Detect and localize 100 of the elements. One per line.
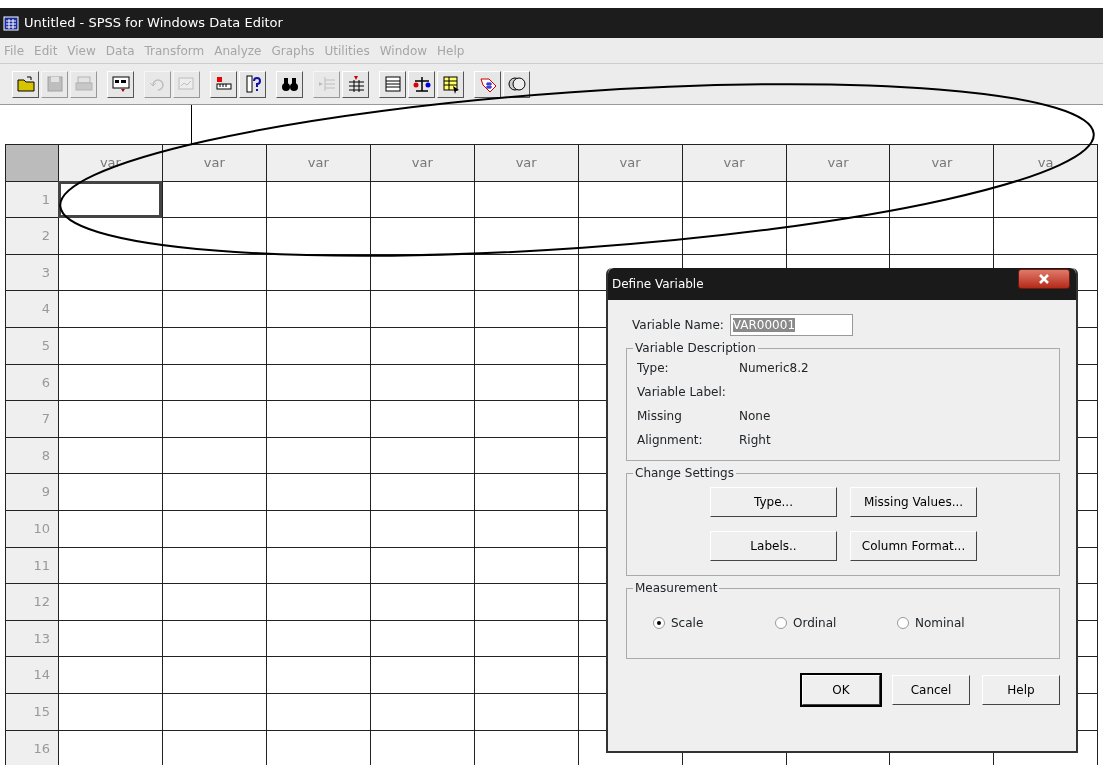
table-cell[interactable] bbox=[266, 547, 371, 584]
table-cell[interactable] bbox=[266, 437, 371, 474]
table-cell[interactable] bbox=[266, 364, 371, 401]
table-cell[interactable] bbox=[370, 254, 475, 291]
table-cell[interactable] bbox=[162, 181, 267, 218]
table-cell[interactable] bbox=[58, 547, 163, 584]
table-cell[interactable] bbox=[58, 656, 163, 694]
table-cell[interactable] bbox=[474, 693, 579, 730]
tag-icon[interactable] bbox=[474, 70, 501, 98]
table-cell[interactable] bbox=[474, 473, 579, 511]
menu-item[interactable]: Transform bbox=[144, 41, 205, 60]
table-cell[interactable] bbox=[474, 656, 579, 694]
row-header[interactable]: 12 bbox=[5, 583, 59, 621]
table-cell[interactable] bbox=[162, 693, 267, 730]
circles-icon[interactable] bbox=[503, 70, 530, 98]
dialog-button[interactable]: OK bbox=[802, 675, 880, 705]
table-cell[interactable] bbox=[58, 290, 163, 328]
close-button[interactable] bbox=[1018, 269, 1070, 289]
monitor-icon[interactable] bbox=[107, 70, 134, 98]
table-cell[interactable] bbox=[58, 254, 163, 291]
radio-option[interactable]: Nominal bbox=[897, 614, 1019, 632]
table-cell[interactable] bbox=[162, 473, 267, 511]
table-cell[interactable] bbox=[162, 254, 267, 291]
table-cell[interactable] bbox=[58, 217, 163, 255]
table-cell[interactable] bbox=[474, 254, 579, 291]
row-header[interactable]: 3 bbox=[5, 254, 59, 291]
table-cell[interactable] bbox=[370, 290, 475, 328]
table-cell[interactable] bbox=[889, 217, 994, 255]
menu-item[interactable]: Utilities bbox=[324, 41, 370, 60]
radio-button[interactable] bbox=[653, 617, 665, 629]
table-cell[interactable] bbox=[370, 181, 475, 218]
table-cell[interactable] bbox=[889, 181, 994, 218]
table-cell[interactable] bbox=[266, 656, 371, 694]
column-header[interactable]: var bbox=[58, 144, 163, 182]
table-cell[interactable] bbox=[162, 400, 267, 438]
table-cell[interactable] bbox=[474, 327, 579, 365]
table-cell[interactable] bbox=[266, 473, 371, 511]
table-cell[interactable] bbox=[370, 547, 475, 584]
table-cell[interactable] bbox=[370, 327, 475, 365]
row-header[interactable]: 8 bbox=[5, 437, 59, 474]
row-header[interactable]: 6 bbox=[5, 364, 59, 401]
table-cell[interactable] bbox=[58, 364, 163, 401]
table-cell[interactable] bbox=[162, 547, 267, 584]
table-cell[interactable] bbox=[682, 181, 787, 218]
table-cell[interactable] bbox=[370, 217, 475, 255]
row-header[interactable]: 15 bbox=[5, 693, 59, 730]
row-header[interactable]: 4 bbox=[5, 290, 59, 328]
table-cell[interactable] bbox=[370, 473, 475, 511]
balance-scale-icon[interactable] bbox=[408, 70, 435, 98]
binoculars-icon[interactable] bbox=[276, 70, 303, 98]
table-cell[interactable] bbox=[266, 181, 371, 218]
settings-button[interactable]: Labels.. bbox=[710, 531, 837, 561]
radio-button[interactable] bbox=[897, 617, 909, 629]
column-header[interactable]: var bbox=[162, 144, 267, 182]
variable-name-field[interactable]: VAR00001 bbox=[729, 314, 853, 336]
table-cell[interactable] bbox=[266, 693, 371, 730]
table-cell[interactable] bbox=[993, 181, 1098, 218]
question-icon[interactable] bbox=[239, 70, 266, 98]
table-cell[interactable] bbox=[266, 620, 371, 657]
table-cell[interactable] bbox=[474, 217, 579, 255]
ruler-icon[interactable] bbox=[210, 70, 237, 98]
table-cell[interactable] bbox=[786, 181, 890, 218]
column-header[interactable]: va bbox=[993, 144, 1098, 182]
dialog-button[interactable]: Help bbox=[982, 675, 1060, 705]
table-cell[interactable] bbox=[162, 290, 267, 328]
table-cell[interactable] bbox=[58, 693, 163, 730]
table-cell[interactable] bbox=[682, 217, 787, 255]
table-cell[interactable] bbox=[578, 217, 683, 255]
settings-button[interactable]: Column Format... bbox=[850, 531, 977, 561]
table-cell[interactable] bbox=[266, 583, 371, 621]
menu-item[interactable]: Window bbox=[379, 41, 428, 60]
table-cell[interactable] bbox=[786, 217, 890, 255]
folder-icon[interactable] bbox=[12, 70, 39, 98]
row-header[interactable]: 5 bbox=[5, 327, 59, 365]
menu-item[interactable]: Analyze bbox=[214, 41, 262, 60]
table-cell[interactable] bbox=[993, 217, 1098, 255]
radio-button[interactable] bbox=[775, 617, 787, 629]
table-cell[interactable] bbox=[58, 473, 163, 511]
menu-item[interactable]: View bbox=[67, 41, 96, 60]
table-cell[interactable] bbox=[370, 656, 475, 694]
table-cell[interactable] bbox=[162, 583, 267, 621]
column-header[interactable]: var bbox=[266, 144, 371, 182]
table-cell[interactable] bbox=[162, 364, 267, 401]
columns-icon[interactable] bbox=[342, 70, 369, 98]
table-cell[interactable] bbox=[474, 181, 579, 218]
table-cell[interactable] bbox=[474, 400, 579, 438]
column-header[interactable]: var bbox=[578, 144, 683, 182]
table-cell[interactable] bbox=[370, 693, 475, 730]
table-cell[interactable] bbox=[474, 510, 579, 548]
table-cell[interactable] bbox=[162, 510, 267, 548]
table-cell[interactable] bbox=[474, 290, 579, 328]
row-header[interactable]: 10 bbox=[5, 510, 59, 548]
table-cell[interactable] bbox=[474, 364, 579, 401]
row-header[interactable]: 7 bbox=[5, 400, 59, 438]
table-cell[interactable] bbox=[58, 583, 163, 621]
dialog-button[interactable]: Cancel bbox=[892, 675, 970, 705]
menu-item[interactable]: Graphs bbox=[271, 41, 315, 60]
table-cell[interactable] bbox=[370, 437, 475, 474]
table-cell[interactable] bbox=[266, 290, 371, 328]
table-cell[interactable] bbox=[266, 327, 371, 365]
